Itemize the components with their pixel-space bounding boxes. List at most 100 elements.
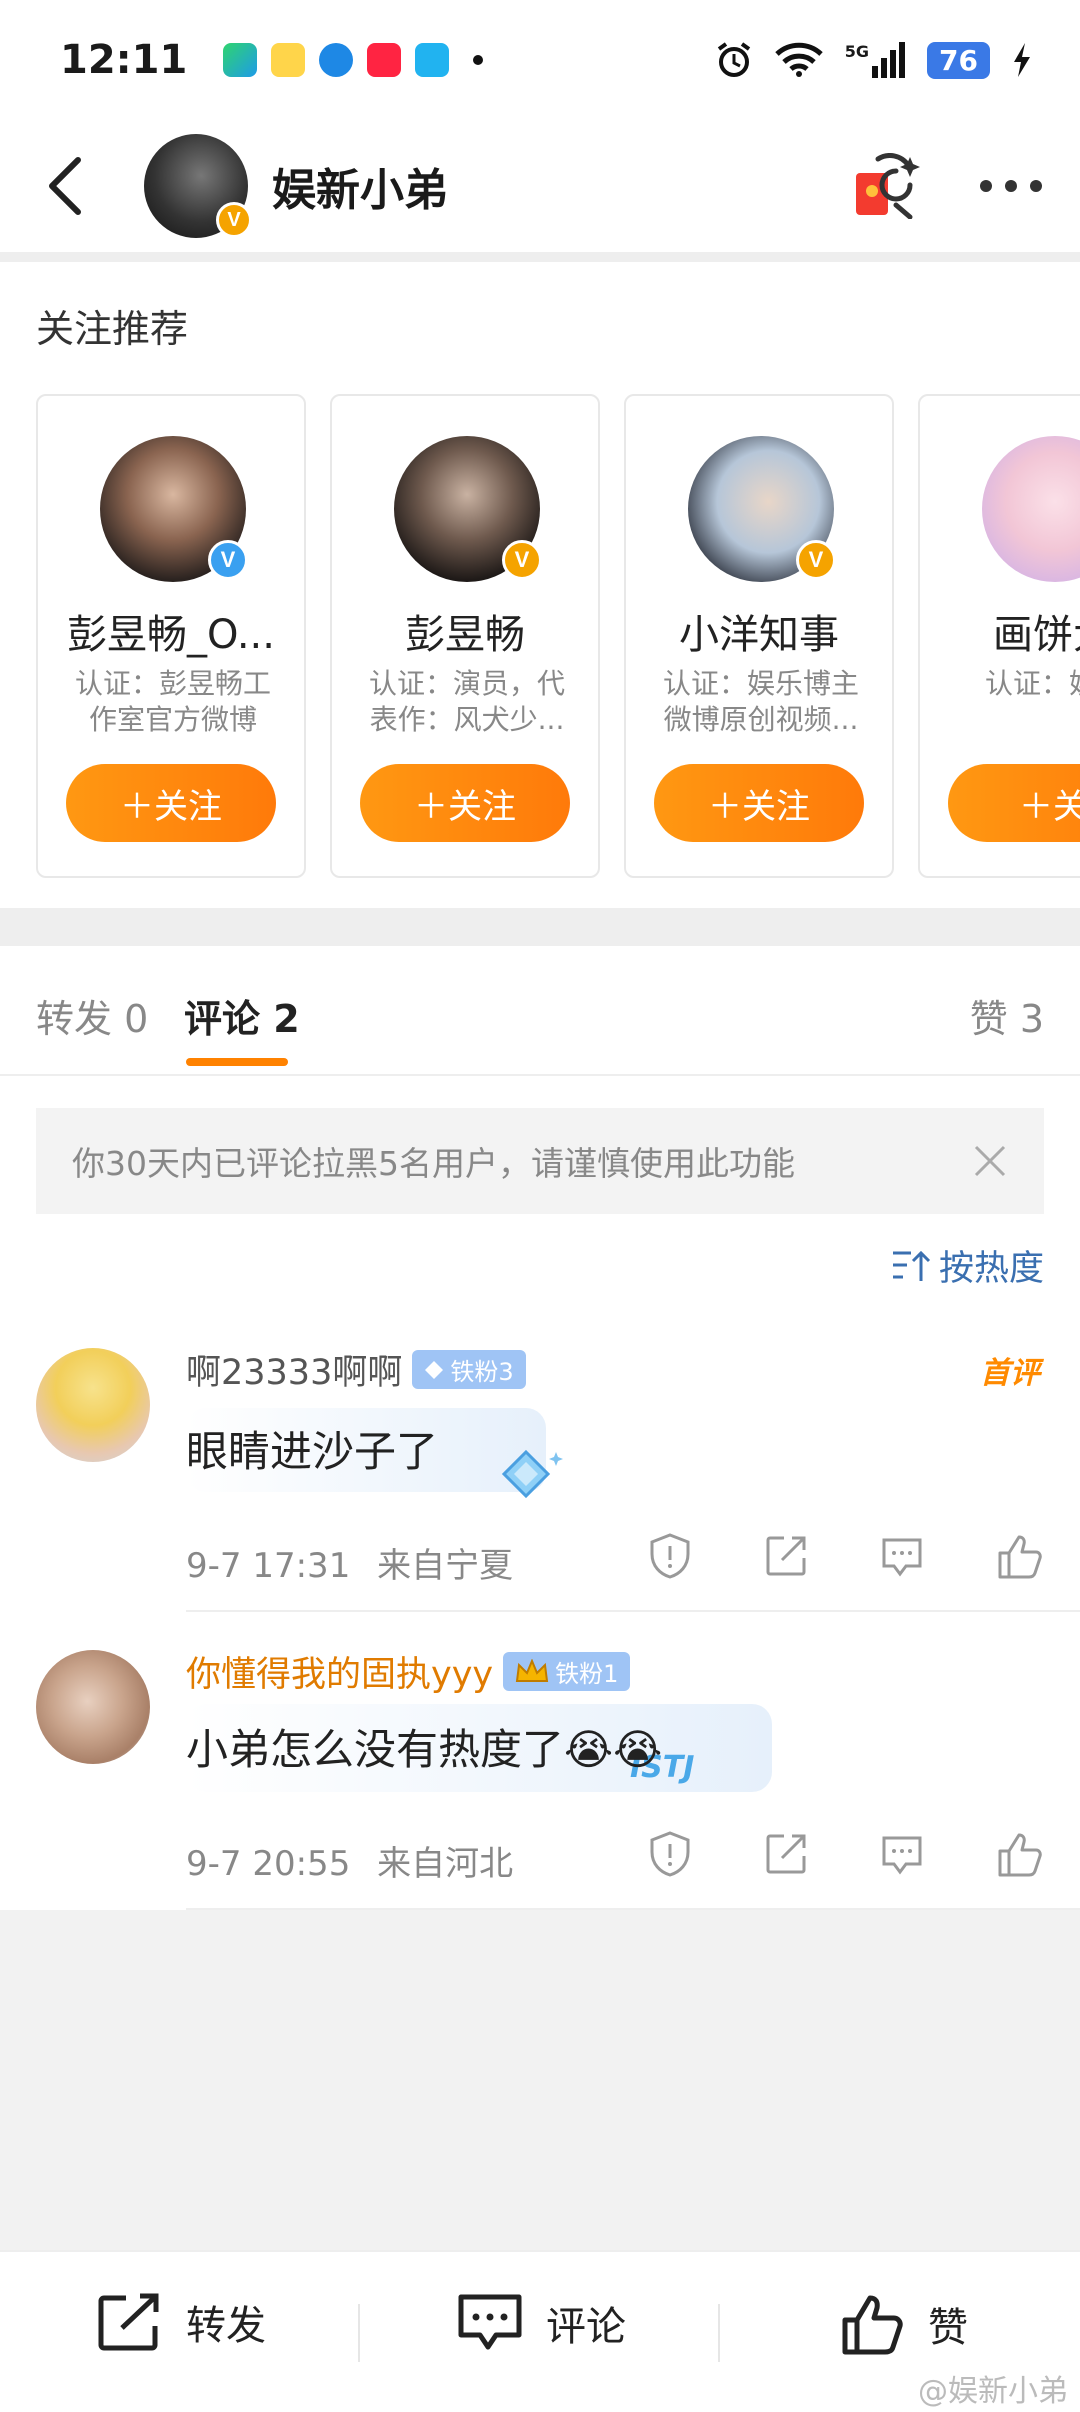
more-options-icon[interactable] <box>978 178 1044 194</box>
notice-text: 你30天内已评论拉黑5名用户，请谨慎使用此功能 <box>72 1144 795 1183</box>
author-name[interactable]: 娱新小弟 <box>272 154 448 218</box>
card-name[interactable]: 画饼大 <box>920 602 1080 660</box>
follow-button[interactable]: ＋关注 <box>66 764 276 842</box>
card-avatar[interactable] <box>982 436 1080 582</box>
comment-avatar[interactable] <box>36 1650 150 1764</box>
card-description: 认证：娱乐博主 微博原创视频... <box>662 667 859 736</box>
comment-item[interactable]: 啊23333啊啊 铁粉3 首评 眼睛进沙子了 9-7 17:31 来自宁夏 <box>0 1340 1080 1600</box>
more-notifications-dot <box>473 55 484 65</box>
fan-badge-label: 铁粉3 <box>450 1358 514 1386</box>
interaction-tabs: 转发 0 评论 2 赞 3 <box>0 958 1080 1078</box>
comment-separator <box>186 1610 1080 1612</box>
battery-indicator: 76 <box>927 41 990 79</box>
first-comment-tag: 首评 <box>980 1356 1040 1391</box>
card-avatar[interactable]: V <box>394 436 542 582</box>
section-divider <box>0 908 1080 946</box>
comment-username-text[interactable]: 你懂得我的固执yyy <box>186 1646 493 1697</box>
repost-label: 转发 <box>186 2303 266 2349</box>
recommend-card[interactable]: V 小洋知事 认证：娱乐博主 微博原创视频... ＋关注 <box>624 394 894 878</box>
card-description: 认证：娱乐 <box>984 667 1080 700</box>
status-bar: 12:11 5G 76 <box>0 0 1080 120</box>
comment-button[interactable]: 评论 <box>456 2292 626 2354</box>
notification-icons <box>223 43 484 77</box>
verified-badge-icon: V <box>216 202 252 238</box>
share-icon[interactable] <box>764 1534 808 1578</box>
follow-button[interactable]: ＋关 <box>948 764 1080 842</box>
blacklist-notice: 你30天内已评论拉黑5名用户，请谨慎使用此功能 <box>36 1108 1044 1214</box>
follow-button[interactable]: ＋关注 <box>654 764 864 842</box>
comment-actions <box>648 1830 1044 1878</box>
comment-username[interactable]: 你懂得我的固执yyy 铁粉1 <box>186 1646 631 1697</box>
card-name[interactable]: 彭昱畅_O... <box>38 602 304 660</box>
repost-button[interactable]: 转发 <box>96 2292 266 2352</box>
comment-icon <box>458 2294 522 2350</box>
card-name[interactable]: 彭昱畅 <box>332 602 598 660</box>
comment-item[interactable]: 你懂得我的固执yyy 铁粉1 ISTJ 小弟怎么没有热度了😭😭 9-7 20:5… <box>0 1640 1080 1900</box>
card-avatar[interactable]: V <box>100 436 248 582</box>
weibo-app-icon <box>271 43 306 77</box>
alarm-icon <box>717 42 750 77</box>
recommend-card[interactable]: 画饼大 认证：娱乐 ＋关 <box>918 394 1080 878</box>
back-button[interactable] <box>36 156 96 216</box>
back-arrow-icon <box>49 157 81 215</box>
active-tab-indicator <box>186 1058 288 1066</box>
comment-location: 来自宁夏 <box>377 1546 514 1586</box>
comment-actions <box>648 1532 1044 1580</box>
charging-icon <box>1014 43 1030 77</box>
verified-badge-icon: V <box>796 540 836 580</box>
comment-meta: 9-7 20:55 来自河北 <box>186 1836 513 1885</box>
watermark: @娱新小弟 <box>918 2374 1068 2409</box>
comment-username[interactable]: 啊23333啊啊 铁粉3 <box>186 1344 526 1395</box>
bottom-separator <box>358 2304 360 2362</box>
author-avatar[interactable]: V <box>144 134 252 238</box>
like-icon[interactable] <box>996 1533 1044 1579</box>
network-app-icon <box>415 43 450 77</box>
comment-time: 9-7 17:31 <box>186 1546 351 1586</box>
like-icon <box>842 2295 903 2355</box>
wifi-icon <box>775 42 823 77</box>
comment-label: 评论 <box>546 2304 626 2350</box>
browser-app-icon <box>319 43 354 77</box>
tab-comment[interactable]: 评论 2 <box>184 988 300 1043</box>
like-label: 赞 <box>928 2305 968 2351</box>
bottom-separator <box>718 2304 720 2362</box>
tab-divider <box>0 1074 1080 1076</box>
comment-avatar[interactable] <box>36 1348 150 1462</box>
crown-icon <box>516 1658 549 1682</box>
recommend-card[interactable]: V 彭昱畅 认证：演员，代表作：风犬少... ＋关注 <box>330 394 600 878</box>
diamond-sticker-icon <box>501 1449 563 1499</box>
repost-icon <box>98 2293 159 2351</box>
tab-like[interactable]: 赞 3 <box>970 988 1044 1043</box>
card-avatar[interactable]: V <box>688 436 836 582</box>
close-icon[interactable] <box>972 1143 1008 1179</box>
card-description: 认证：彭昱畅工作室官方微博 <box>74 667 271 736</box>
comment-time: 9-7 20:55 <box>186 1844 351 1884</box>
comment-location: 来自河北 <box>377 1844 514 1884</box>
recommend-carousel[interactable]: V 彭昱畅_O... 认证：彭昱畅工作室官方微博 ＋关注 V 彭昱畅 认证：演员… <box>36 394 1080 880</box>
comment-text: 小弟怎么没有热度了😭😭 <box>186 1725 663 1774</box>
reply-icon[interactable] <box>880 1534 924 1578</box>
empty-area <box>0 1910 1080 2250</box>
reply-icon[interactable] <box>880 1832 924 1876</box>
report-icon[interactable] <box>648 1830 692 1878</box>
network-type-label: 5G <box>844 42 870 61</box>
like-button[interactable]: 赞 <box>840 2292 968 2356</box>
comment-meta: 9-7 17:31 来自宁夏 <box>186 1538 513 1587</box>
like-icon[interactable] <box>996 1831 1044 1877</box>
recommend-card[interactable]: V 彭昱畅_O... 认证：彭昱畅工作室官方微博 ＋关注 <box>36 394 306 878</box>
report-icon[interactable] <box>648 1532 692 1580</box>
card-name[interactable]: 小洋知事 <box>626 602 892 660</box>
follow-button[interactable]: ＋关注 <box>360 764 570 842</box>
system-icons: 5G 76 <box>715 41 1032 79</box>
comment-username-text[interactable]: 啊23333啊啊 <box>186 1344 402 1395</box>
share-icon[interactable] <box>764 1832 808 1876</box>
red-app-icon <box>367 43 402 77</box>
sort-label: 按热度 <box>938 1249 1044 1289</box>
sort-button[interactable]: 按热度 <box>891 1240 1044 1291</box>
fan-level-badge: 铁粉1 <box>503 1652 631 1691</box>
tab-repost[interactable]: 转发 0 <box>36 988 148 1043</box>
sort-icon <box>892 1250 931 1281</box>
red-packet-icon[interactable] <box>850 153 922 219</box>
status-time: 12:11 <box>60 37 188 83</box>
recommend-title: 关注推荐 <box>36 307 189 351</box>
